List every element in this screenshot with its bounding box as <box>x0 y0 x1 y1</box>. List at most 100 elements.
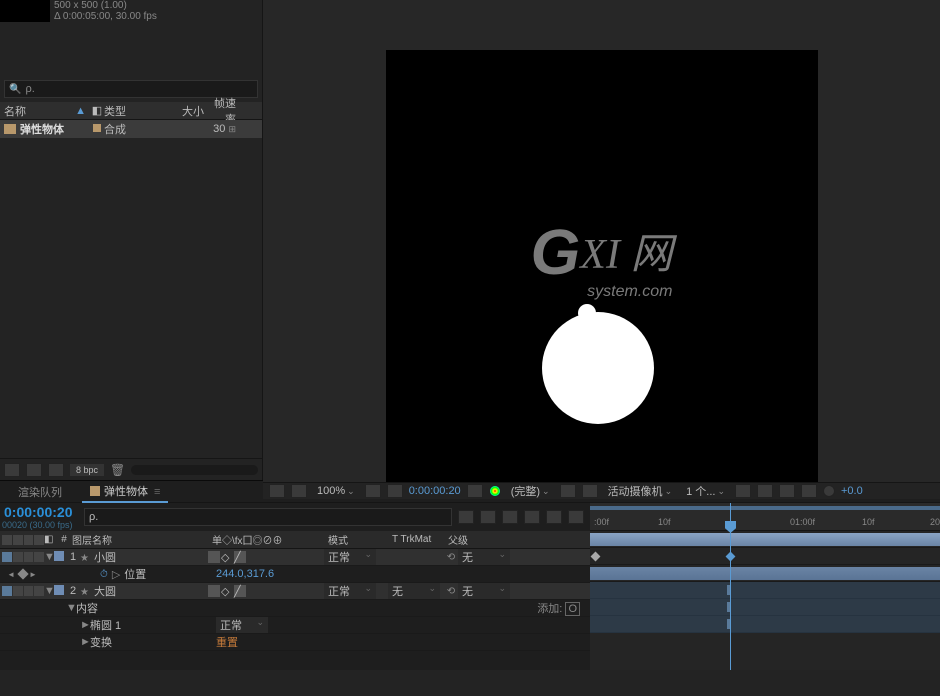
mask-icon[interactable] <box>387 484 403 498</box>
blend-mode-dropdown[interactable]: 正常 <box>324 549 376 565</box>
preview-canvas[interactable] <box>386 50 818 482</box>
trash-icon[interactable]: 🗑 <box>110 463 125 477</box>
keyframe-icon[interactable] <box>591 552 601 562</box>
label-col-icon[interactable]: ◧ <box>44 534 56 545</box>
twirl-icon[interactable]: ▼ <box>66 602 76 614</box>
tab-render-queue[interactable]: 渲染队列 <box>10 482 70 502</box>
snapshot-icon[interactable] <box>467 484 483 498</box>
work-area-bar[interactable] <box>590 506 940 510</box>
sort-icon[interactable]: ▲ <box>75 105 86 117</box>
add-keyframe-icon[interactable] <box>17 568 28 579</box>
blend-mode-dropdown[interactable]: 正常 <box>324 583 376 599</box>
tag-icon[interactable]: ◧ <box>90 104 104 117</box>
shy-icon[interactable] <box>502 510 518 524</box>
track-layer-2-header[interactable] <box>590 565 940 582</box>
track-contents[interactable] <box>590 582 940 599</box>
audio-col-icon[interactable] <box>13 535 23 545</box>
track-layer-1-header[interactable] <box>590 531 940 548</box>
eye-icon[interactable] <box>2 586 12 596</box>
roi-icon[interactable] <box>560 484 576 498</box>
track-transform[interactable] <box>590 616 940 633</box>
eye-col-icon[interactable] <box>2 535 12 545</box>
project-zoom-slider[interactable] <box>131 465 258 475</box>
position-value[interactable]: 244.0,317.6 <box>216 568 274 580</box>
preview-area[interactable]: GGXI 网XI 网 system.com <box>263 0 940 482</box>
parent-dropdown[interactable]: 无 <box>458 583 510 599</box>
parent-dropdown[interactable]: 无 <box>458 549 510 565</box>
comp-thumbnail[interactable] <box>0 0 50 22</box>
pickwhip-icon[interactable] <box>444 551 458 563</box>
col-name[interactable]: 名称 <box>4 103 26 119</box>
twirl-icon[interactable]: ▼ <box>44 585 54 597</box>
magnify-icon[interactable] <box>269 484 285 498</box>
label-swatch[interactable] <box>93 124 101 132</box>
graph-editor-icon[interactable] <box>568 510 584 524</box>
resolution-dropdown[interactable]: (完整) <box>507 483 554 499</box>
col-trkmat[interactable]: T TrkMat <box>392 534 448 545</box>
timeline-column-headers[interactable]: ◧ # 图层名称 单◇\fx囗◎⊘⊕ 模式 T TrkMat 父级 <box>0 531 590 549</box>
shape-mode-dropdown[interactable]: 正常 <box>216 617 268 633</box>
layer-bar[interactable] <box>590 567 940 580</box>
prop-row-transform[interactable]: ► 变换 重置 <box>0 634 590 651</box>
lock-col-icon[interactable] <box>34 535 44 545</box>
prop-row-position[interactable]: ◄► ⏱▷位置 244.0,317.6 <box>0 566 590 583</box>
frame-blend-icon[interactable] <box>524 510 540 524</box>
twirl-icon[interactable]: ► <box>80 619 90 631</box>
current-timecode[interactable]: 0:00:00:20 <box>2 504 73 520</box>
prev-keyframe-icon[interactable]: ◄ <box>7 570 15 579</box>
shape-large-circle[interactable] <box>542 312 654 424</box>
fast-preview-icon[interactable] <box>757 484 773 498</box>
solo-col-icon[interactable] <box>24 535 34 545</box>
camera-dropdown[interactable]: 活动摄像机 <box>604 483 677 499</box>
timeline-icon[interactable] <box>779 484 795 498</box>
pickwhip-icon[interactable] <box>444 585 458 597</box>
grid-icon[interactable] <box>365 484 381 498</box>
eye-icon[interactable] <box>2 552 12 562</box>
tab-menu-icon[interactable]: ≡ <box>154 486 160 498</box>
comp-mini-flowchart-icon[interactable] <box>458 510 474 524</box>
flowchart-icon[interactable] <box>801 484 817 498</box>
trkmat-dropdown[interactable]: 无 <box>388 583 440 599</box>
prop-row-ellipse[interactable]: ► 椭圆 1 正常 <box>0 617 590 634</box>
twirl-icon[interactable]: ► <box>80 636 90 648</box>
new-comp-icon[interactable] <box>48 463 64 477</box>
layer-bar[interactable] <box>590 533 940 546</box>
bpc-button[interactable]: 8 bpc <box>70 464 104 476</box>
reset-button[interactable]: 重置 <box>216 637 238 649</box>
project-item-comp[interactable]: 弹性物体 合成 30 ⊞ <box>0 120 262 138</box>
prop-row-contents[interactable]: ▼ 内容 添加: O <box>0 600 590 617</box>
interpret-footage-icon[interactable] <box>4 463 20 477</box>
col-number[interactable]: # <box>56 534 72 545</box>
new-folder-icon[interactable] <box>26 463 42 477</box>
timeline-tracks[interactable]: :00f 10f 01:00f 10f 20 <box>590 503 940 670</box>
col-mode[interactable]: 模式 <box>328 532 392 547</box>
views-dropdown[interactable]: 1 个... <box>682 483 729 499</box>
stopwatch-icon[interactable]: ⏱ <box>100 569 108 580</box>
twirl-icon[interactable]: ▼ <box>44 551 54 563</box>
label-color[interactable] <box>54 551 64 561</box>
add-shape-button[interactable]: 添加: O <box>537 602 580 616</box>
col-size[interactable]: 大小 <box>164 103 204 119</box>
exposure-reset-icon[interactable] <box>823 485 835 497</box>
layer-row-2[interactable]: ▼ 2 大圆 ◇╱ 正常 无 无 <box>0 583 590 600</box>
project-columns[interactable]: 名称▲ ◧ 类型 大小 帧速率 <box>0 102 262 120</box>
draft3d-icon[interactable] <box>480 510 496 524</box>
display-icon[interactable] <box>291 484 307 498</box>
timeline-search[interactable]: ρ. <box>84 508 452 526</box>
tab-composition[interactable]: 弹性物体≡ <box>82 481 168 503</box>
playhead[interactable] <box>730 503 731 670</box>
track-position-keys[interactable] <box>590 548 940 565</box>
preview-timecode[interactable]: 0:00:00:20 <box>409 485 461 497</box>
pixel-aspect-icon[interactable] <box>735 484 751 498</box>
project-empty-area[interactable] <box>0 138 262 458</box>
col-type[interactable]: 类型 <box>104 103 164 119</box>
transparency-icon[interactable] <box>582 484 598 498</box>
col-switches[interactable]: 单◇\fx囗◎⊘⊕ <box>212 532 328 547</box>
motion-blur-icon[interactable] <box>546 510 562 524</box>
exposure-value[interactable]: +0.0 <box>841 485 863 497</box>
channel-icon[interactable] <box>489 485 501 497</box>
time-ruler[interactable]: :00f 10f 01:00f 10f 20 <box>590 503 940 531</box>
next-keyframe-icon[interactable]: ► <box>29 570 37 579</box>
col-source[interactable]: 图层名称 <box>72 532 212 547</box>
track-ellipse[interactable] <box>590 599 940 616</box>
